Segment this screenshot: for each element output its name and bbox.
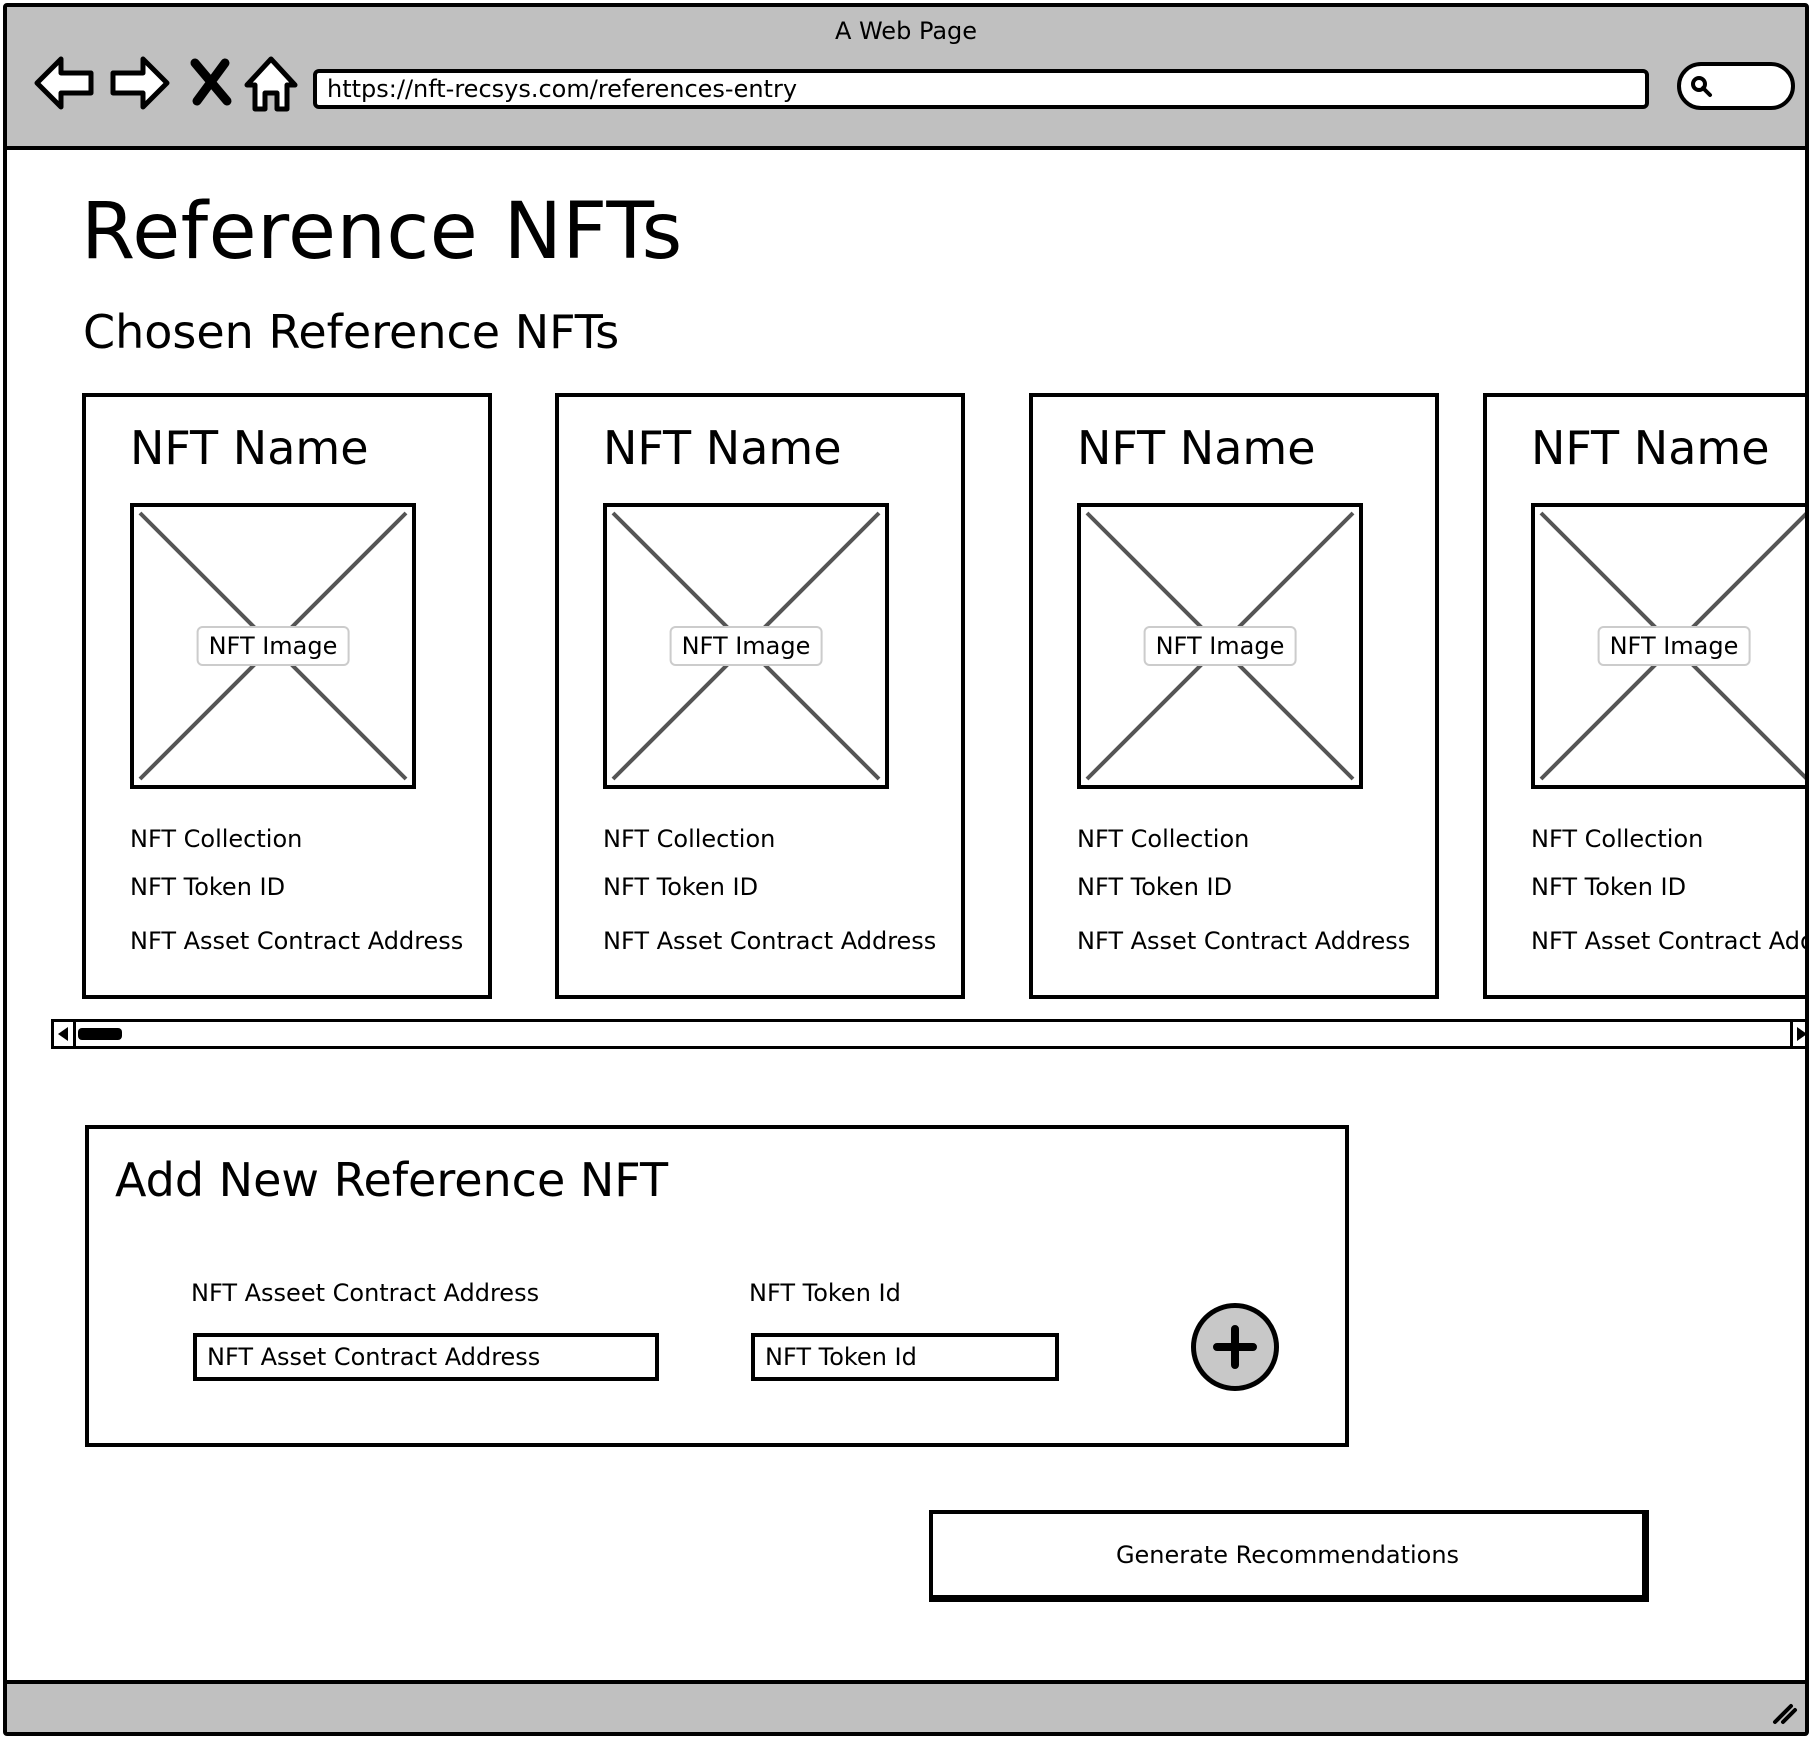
nft-contract-address: NFT Asset Contract Address	[603, 927, 937, 955]
nft-image-label: NFT Image	[1597, 626, 1751, 666]
nft-card[interactable]: NFT Name NFT Image NFT Collection NFT To…	[1029, 393, 1439, 999]
url-input[interactable]: https://nft-recsys.com/references-entry	[313, 69, 1649, 109]
nft-image-label: NFT Image	[1143, 626, 1297, 666]
nft-contract-address: NFT Asset Contract Address	[130, 927, 464, 955]
browser-window: A Web Page https://nft-recsys.com/refere…	[3, 3, 1809, 1736]
nft-name: NFT Name	[603, 421, 842, 475]
carousel-horizontal-scrollbar[interactable]	[51, 1019, 1805, 1049]
nft-card[interactable]: NFT Name NFT Image NFT Collection NFT To…	[1483, 393, 1809, 999]
nft-name: NFT Name	[130, 421, 369, 475]
token-id-label: NFT Token Id	[749, 1279, 901, 1307]
nft-card[interactable]: NFT Name NFT Image NFT Collection NFT To…	[555, 393, 965, 999]
browser-titlebar: A Web Page https://nft-recsys.com/refere…	[7, 7, 1805, 150]
nft-token-id: NFT Token ID	[603, 873, 759, 901]
nft-collection: NFT Collection	[1531, 825, 1704, 853]
token-id-input[interactable]	[751, 1333, 1059, 1381]
section-title: Chosen Reference NFTs	[83, 305, 620, 359]
search-icon	[1691, 76, 1712, 97]
nft-token-id: NFT Token ID	[130, 873, 286, 901]
reference-nft-carousel: NFT Name NFT Image NFT Collection NFT To…	[7, 387, 1809, 1007]
nft-contract-address: NFT Asset Contract Add	[1531, 927, 1809, 955]
add-nft-button[interactable]	[1191, 1303, 1279, 1391]
nft-token-id: NFT Token ID	[1077, 873, 1233, 901]
home-icon[interactable]	[239, 51, 303, 115]
nft-card[interactable]: NFT Name NFT Image NFT Collection NFT To…	[82, 393, 492, 999]
browser-statusbar	[7, 1680, 1805, 1732]
nft-image-label: NFT Image	[669, 626, 823, 666]
nft-collection: NFT Collection	[130, 825, 303, 853]
nft-collection: NFT Collection	[603, 825, 776, 853]
scroll-thumb[interactable]	[78, 1028, 122, 1040]
resize-grip-icon[interactable]	[1769, 1696, 1799, 1726]
window-title: A Web Page	[834, 17, 978, 45]
scroll-left-button[interactable]	[54, 1022, 76, 1046]
nft-image-placeholder: NFT Image	[1531, 503, 1805, 789]
triangle-left-icon	[58, 1027, 68, 1041]
nft-name: NFT Name	[1531, 421, 1770, 475]
nft-image-placeholder: NFT Image	[603, 503, 889, 789]
contract-address-input[interactable]	[193, 1333, 659, 1381]
page-title: Reference NFTs	[81, 187, 683, 277]
add-panel-title: Add New Reference NFT	[115, 1153, 669, 1207]
scroll-right-button[interactable]	[1790, 1022, 1805, 1046]
nft-image-placeholder: NFT Image	[1077, 503, 1363, 789]
add-reference-nft-panel: Add New Reference NFT NFT Asseet Contrac…	[85, 1125, 1349, 1447]
nft-collection: NFT Collection	[1077, 825, 1250, 853]
back-arrow-icon[interactable]	[33, 51, 97, 115]
nft-name: NFT Name	[1077, 421, 1316, 475]
nft-token-id: NFT Token ID	[1531, 873, 1687, 901]
plus-icon	[1213, 1325, 1257, 1369]
nft-contract-address: NFT Asset Contract Address	[1077, 927, 1411, 955]
nft-image-placeholder: NFT Image	[130, 503, 416, 789]
close-x-icon[interactable]	[179, 51, 243, 115]
triangle-right-icon	[1797, 1027, 1805, 1041]
browser-search-field[interactable]	[1677, 62, 1795, 110]
contract-address-label: NFT Asseet Contract Address	[191, 1279, 540, 1307]
nft-image-label: NFT Image	[196, 626, 350, 666]
generate-recommendations-button[interactable]: Generate Recommendations	[929, 1510, 1649, 1602]
forward-arrow-icon[interactable]	[107, 51, 171, 115]
